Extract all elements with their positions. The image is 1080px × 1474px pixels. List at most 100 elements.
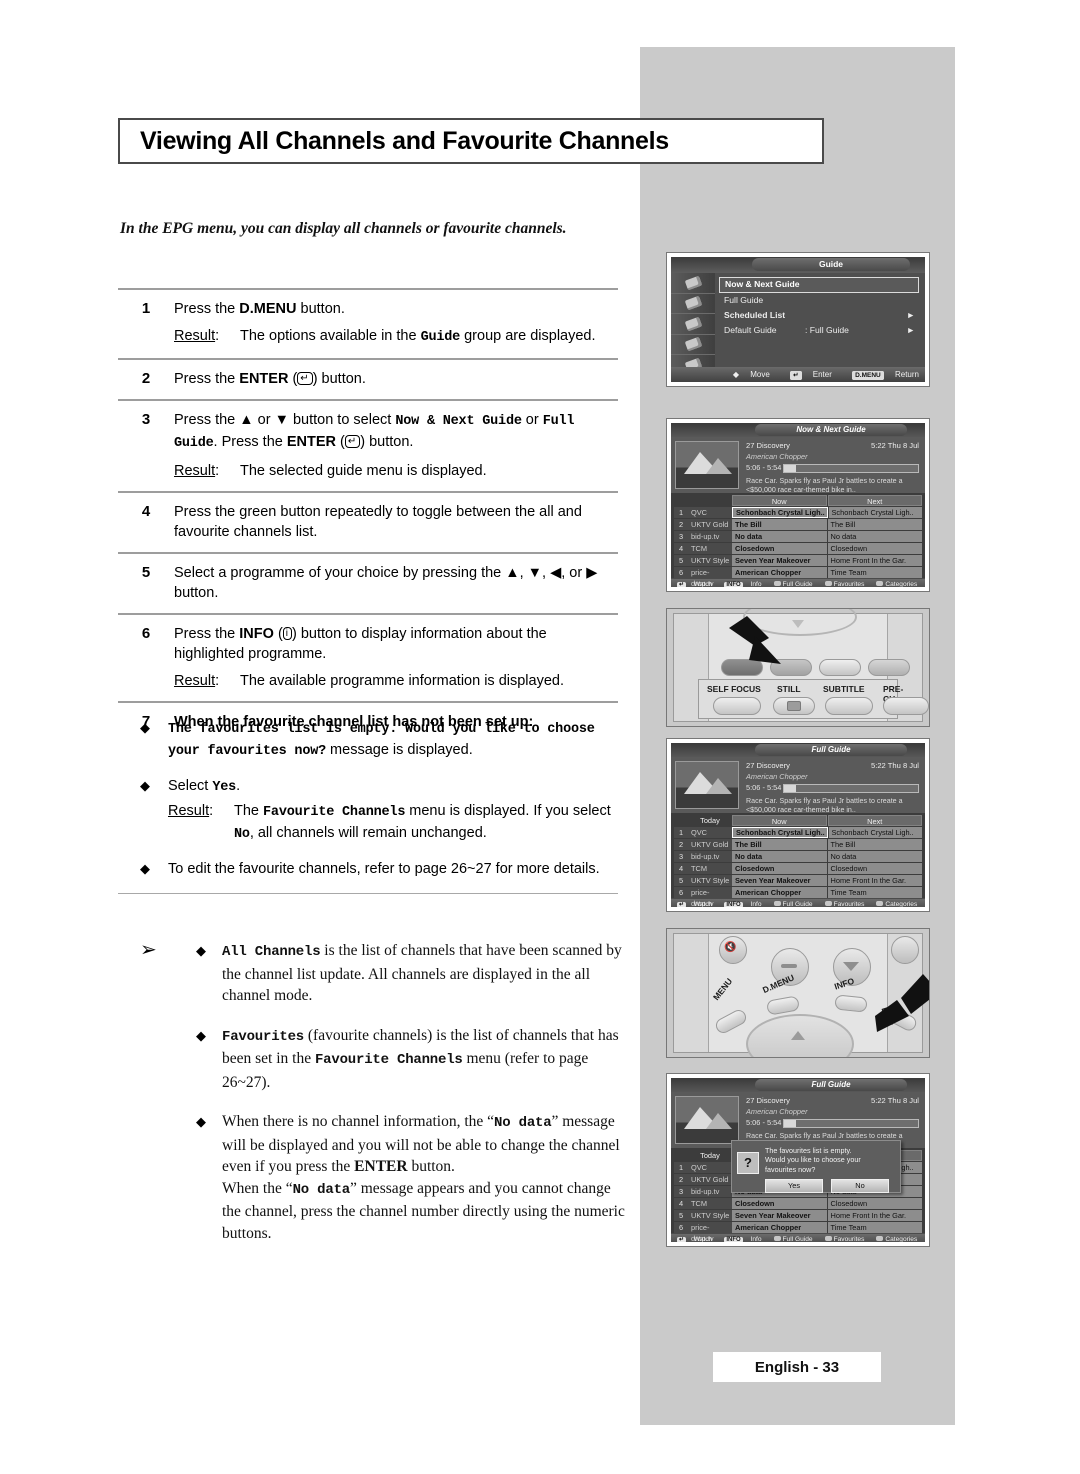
step-1: 1 Press the D.MENU button. Result: The o…	[118, 290, 618, 358]
osd-icon-column	[671, 273, 715, 376]
row-channel: UKTV Gold	[688, 1174, 732, 1185]
colour-button-yellow[interactable]	[819, 659, 861, 676]
row-number: 4	[674, 543, 688, 554]
menu-icon-picture[interactable]	[671, 314, 715, 335]
colour-button-blue[interactable]	[868, 659, 910, 676]
row-now: No data	[732, 851, 827, 862]
step-text: Press the	[174, 301, 240, 317]
row-next: No data	[827, 531, 922, 542]
row-number: 5	[674, 875, 688, 886]
yes-button[interactable]: Yes	[765, 1179, 823, 1194]
row-number: 3	[674, 531, 688, 542]
step-result: Result: The options available in the Gui…	[174, 326, 618, 348]
arrow-spacer	[118, 1111, 196, 1244]
table-row[interactable]: 5 UKTV Style Seven Year Makeover Home Front…	[674, 1210, 922, 1221]
table-row[interactable]: 6price-drop.tvAmerican ChopperTime Team	[674, 567, 922, 587]
menu-button[interactable]	[713, 1007, 749, 1036]
self-focus-button[interactable]	[713, 697, 761, 715]
epg-header-row: Now Next	[674, 495, 922, 506]
arrow-icon: ➢	[140, 939, 157, 961]
pointer-arrow-icon	[729, 616, 781, 664]
osd-full-guide-dialog: Full Guide 27 Discovery 5:22 Thu 8 Jul A…	[671, 1078, 925, 1242]
enter-key-icon: ↵	[344, 435, 361, 448]
note-item-all-channels: ➢ ◆ All Channels is the list of channels…	[118, 940, 628, 1007]
row-next: Time Team	[827, 567, 922, 578]
info-key-icon: INFO	[724, 582, 743, 587]
note-plain-0: When there is no channel information, th…	[222, 1113, 495, 1130]
step-text-3: . Press the	[213, 434, 287, 450]
table-row[interactable]: 5 UKTV Style Seven Year Makeover Home Front…	[674, 555, 922, 566]
table-row[interactable]: 1QVCSchonbach Crystal Ligh..Schonbach Cr…	[674, 827, 922, 838]
row-channel: TCM	[688, 1198, 732, 1209]
question-icon: ?	[737, 1152, 759, 1174]
footer-favourites-label: Favourites	[833, 901, 865, 907]
tv-button[interactable]	[891, 936, 919, 964]
row-channel: TCM	[688, 543, 732, 554]
step-text-4: (	[336, 434, 345, 450]
r1: The	[234, 803, 264, 819]
button-label-subtitle: SUBTITLE	[823, 684, 865, 694]
menu-item-full-guide[interactable]: Full Guide	[719, 293, 919, 308]
result-text: The Favourite Channels menu is displayed…	[234, 801, 628, 845]
footer-info-label: Info	[750, 1236, 762, 1242]
osd-title: Now & Next Guide	[754, 424, 908, 436]
table-row[interactable]: 4 TCM Closedown Closedown	[674, 863, 922, 874]
d-menu-button[interactable]	[765, 995, 801, 1016]
table-row[interactable]: 2UKTV GoldThe BillThe Bill	[674, 519, 922, 530]
diamond-icon: ◆	[140, 778, 150, 793]
result-label: Result:	[174, 671, 240, 691]
osd-now-next: Now & Next Guide 27 Discovery 5:22 Thu 8…	[671, 423, 925, 587]
row-number: 3	[674, 1186, 688, 1197]
table-row[interactable]: 4 TCM Closedown Closedown	[674, 543, 922, 554]
row-now: No data	[732, 531, 827, 542]
row-next: The Bill	[827, 519, 922, 530]
table-row[interactable]: 2UKTV GoldThe BillThe Bill	[674, 839, 922, 850]
table-row[interactable]: 3bid-up.tvNo dataNo data	[674, 531, 922, 542]
result-colon: :	[215, 673, 220, 689]
step-number: 3	[141, 411, 151, 428]
table-row[interactable]: 5 UKTV Style Seven Year Makeover Home Front…	[674, 875, 922, 886]
footer-favourites: Favourites	[824, 581, 871, 587]
menu-item-default-guide[interactable]: Default Guide: Full Guide ►	[719, 323, 919, 338]
footer-full-guide-label: Full Guide	[782, 581, 813, 587]
info-key-icon: i	[282, 627, 293, 640]
table-row[interactable]: 4 TCM Closedown Closedown	[674, 1198, 922, 1209]
diamond-icon: ◆	[140, 861, 150, 876]
chevron-down-icon	[843, 962, 859, 971]
row-number: 1	[674, 1162, 688, 1173]
table-row[interactable]: 6price-drop.tvAmerican ChopperTime Team	[674, 887, 922, 907]
menu-icon-channel[interactable]	[671, 273, 715, 294]
dmenu-key-icon: D.MENU	[852, 371, 884, 380]
subtitle-button[interactable]	[825, 697, 873, 715]
table-row[interactable]: 3bid-up.tvNo dataNo data	[674, 851, 922, 862]
table-row[interactable]: 1QVCSchonbach Crystal Ligh..Schonbach Cr…	[674, 507, 922, 518]
note-mono-1: No data	[494, 1115, 552, 1131]
diamond-icon: ◆	[196, 943, 206, 958]
step-4: 4 Press the green button repeatedly to t…	[118, 493, 618, 552]
row-channel: UKTV Gold	[688, 519, 732, 530]
menu-item-scheduled-list[interactable]: Scheduled List ►	[719, 308, 919, 323]
footer-info: INFO Info	[724, 581, 767, 587]
menu-item-now-next-guide[interactable]: Now & Next Guide	[719, 277, 919, 293]
no-button[interactable]: No	[831, 1179, 889, 1194]
epg-header-row: Today Now Next	[674, 815, 922, 826]
col-next-header: Next	[827, 815, 922, 826]
row-now: Schonbach Crystal Ligh..	[732, 827, 828, 838]
enter-key-icon: ↵	[677, 582, 687, 587]
page-title-text: Viewing All Channels and Favourite Chann…	[140, 126, 669, 155]
pre-ch-button[interactable]	[883, 697, 929, 715]
note-mono-2: Favourite Channels	[314, 1052, 463, 1068]
dialog-buttons: Yes No	[765, 1179, 895, 1194]
osd-footer: ◆ Move ↵ Enter D.MENU Return	[671, 367, 925, 382]
menu-icon-setup[interactable]	[671, 294, 715, 314]
row-channel: bid-up.tv	[688, 851, 732, 862]
menu-icon-sound[interactable]	[671, 335, 715, 355]
osd-title: Full Guide	[754, 1079, 908, 1091]
table-row[interactable]: 6price-drop.tvAmerican ChopperTime Team	[674, 1222, 922, 1242]
row-now: Schonbach Crystal Ligh..	[732, 507, 828, 518]
row-next: No data	[827, 851, 922, 862]
remote-image: SELF FOCUS STILL SUBTITLE PRE-CH	[667, 609, 929, 726]
row-channel: TCM	[688, 863, 732, 874]
row-number: 5	[674, 555, 688, 566]
note-plain-3: When the “	[222, 1179, 293, 1197]
